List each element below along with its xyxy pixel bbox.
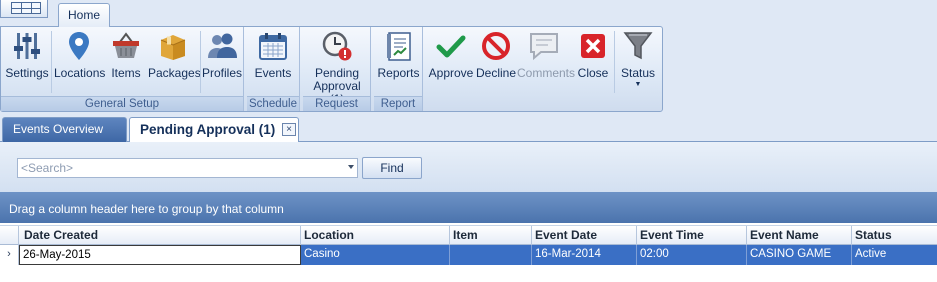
grid-header-row: Date Created Location Item Event Date Ev…: [0, 225, 937, 246]
search-panel: Find: [0, 142, 937, 192]
packages-label: Packages: [148, 66, 201, 80]
report-document-icon: [386, 32, 411, 61]
checkmark-icon: [436, 35, 466, 58]
reports-button[interactable]: Reports: [376, 30, 421, 80]
cell-item[interactable]: [450, 245, 532, 265]
group-request: Pending Approval (1) Request: [303, 27, 371, 111]
tab-pending-approval[interactable]: Pending Approval (1): [129, 117, 299, 143]
events-label: Events: [254, 66, 292, 80]
group-caption-schedule: Schedule: [247, 96, 299, 111]
row-indicator-icon: ›: [0, 245, 19, 265]
group-by-panel[interactable]: Drag a column header here to group by th…: [0, 192, 937, 223]
comment-bubble-icon: [530, 33, 558, 61]
comments-label: Comments: [517, 66, 576, 80]
find-button[interactable]: Find: [362, 157, 422, 179]
reports-label: Reports: [377, 66, 420, 80]
users-icon: [208, 33, 237, 58]
column-header-event-time[interactable]: Event Time: [637, 226, 747, 246]
application-menu-button[interactable]: [0, 0, 48, 18]
column-header-date-created[interactable]: Date Created: [19, 226, 301, 246]
row-indicator-header: [0, 226, 19, 246]
cell-event-date[interactable]: 16-Mar-2014: [532, 245, 637, 265]
close-square-icon: [581, 34, 605, 58]
close-button[interactable]: Close: [574, 30, 612, 80]
items-label: Items: [111, 66, 141, 80]
comments-button[interactable]: Comments: [517, 30, 575, 80]
column-header-event-date[interactable]: Event Date: [532, 226, 637, 246]
sliders-icon: [14, 33, 40, 59]
search-input[interactable]: [18, 159, 338, 177]
grid-icon: [11, 2, 41, 14]
table-row[interactable]: › 26-May-2015 Casino 16-Mar-2014 02:00 C…: [0, 245, 937, 265]
pending-approval-view: Find Drag a column header here to group …: [0, 142, 937, 282]
funnel-filter-icon: [623, 32, 653, 60]
cell-event-name[interactable]: CASINO GAME: [747, 245, 852, 265]
locations-button[interactable]: Locations: [54, 30, 106, 80]
pending-approval-button[interactable]: Pending Approval (1): [305, 30, 369, 106]
map-pin-icon: [69, 32, 89, 60]
status-label: Status: [620, 66, 656, 80]
dropdown-arrow-icon: ▼: [634, 81, 642, 88]
ribbon-panel: Settings Locations Items Packages Profil…: [0, 26, 663, 112]
locations-label: Locations: [54, 66, 106, 80]
cell-event-time[interactable]: 02:00: [637, 245, 747, 265]
column-header-location[interactable]: Location: [301, 226, 450, 246]
column-header-event-name[interactable]: Event Name: [747, 226, 852, 246]
group-caption-general-setup: General Setup: [1, 96, 243, 111]
approve-label: Approve: [428, 66, 474, 80]
close-tab-icon[interactable]: ×: [282, 123, 296, 136]
close-label: Close: [577, 66, 609, 80]
decline-button[interactable]: Decline: [476, 30, 516, 80]
ribbon-tab-strip: [0, 0, 937, 26]
group-caption-report: Report: [374, 96, 422, 111]
tab-home[interactable]: Home: [58, 3, 110, 27]
separator: [614, 31, 615, 93]
column-header-status[interactable]: Status: [852, 226, 937, 246]
document-tab-strip: Events Overview Pending Approval (1): [0, 114, 937, 143]
items-button[interactable]: Items: [107, 30, 145, 80]
profiles-label: Profiles: [202, 66, 243, 80]
package-box-icon: [160, 35, 186, 60]
group-approval-actions: Approve Decline Comments Close Status ▼: [426, 27, 662, 111]
cell-status[interactable]: Active: [852, 245, 937, 265]
basket-icon: [113, 32, 139, 58]
group-schedule: Events Schedule: [247, 27, 300, 111]
search-combobox[interactable]: [17, 158, 358, 178]
settings-label: Settings: [5, 66, 49, 80]
packages-button[interactable]: Packages: [148, 30, 201, 80]
calendar-icon: [259, 33, 287, 60]
chevron-down-icon[interactable]: [348, 165, 354, 169]
column-header-item[interactable]: Item: [450, 226, 532, 246]
group-caption-request: Request: [303, 96, 370, 111]
tab-events-overview[interactable]: Events Overview: [2, 117, 127, 142]
separator: [51, 31, 52, 93]
separator: [200, 31, 201, 93]
decline-label: Decline: [476, 66, 517, 80]
prohibited-icon: [482, 32, 510, 60]
settings-button[interactable]: Settings: [5, 30, 49, 80]
status-button[interactable]: Status ▼: [617, 30, 659, 90]
clock-alert-icon: [322, 31, 352, 61]
profiles-button[interactable]: Profiles: [202, 30, 242, 80]
cell-location[interactable]: Casino: [301, 245, 450, 265]
group-report: Reports Report: [374, 27, 423, 111]
approve-button[interactable]: Approve: [428, 30, 474, 80]
group-general-setup: Settings Locations Items Packages Profil…: [1, 27, 244, 111]
events-button[interactable]: Events: [251, 30, 295, 80]
cell-date-created[interactable]: 26-May-2015: [19, 245, 301, 265]
